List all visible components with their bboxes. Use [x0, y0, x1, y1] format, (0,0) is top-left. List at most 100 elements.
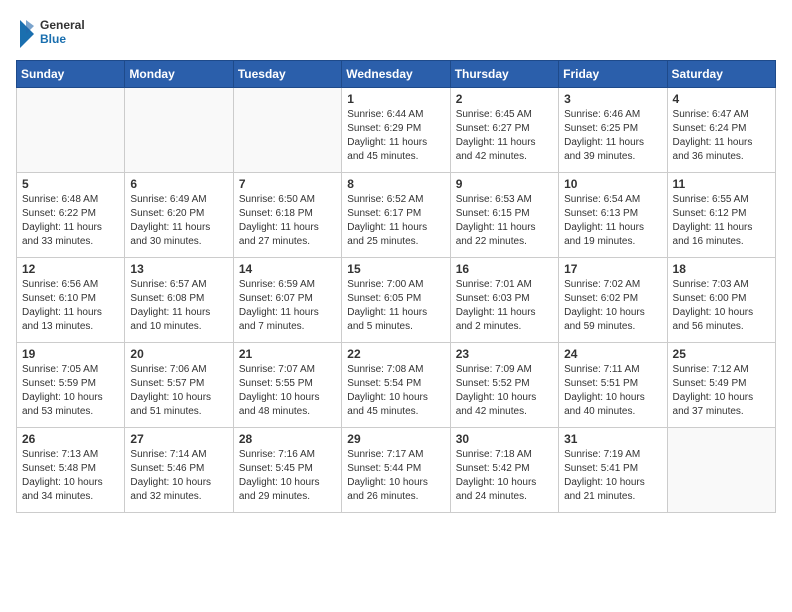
- calendar-table: SundayMondayTuesdayWednesdayThursdayFrid…: [16, 60, 776, 513]
- day-info: Sunrise: 6:55 AM Sunset: 6:12 PM Dayligh…: [673, 193, 770, 249]
- day-number: 24: [564, 347, 661, 361]
- calendar-cell: 16 Sunrise: 7:01 AM Sunset: 6:03 PM Dayli…: [450, 258, 558, 343]
- page-header: General Blue: [16, 16, 776, 52]
- day-info: Sunrise: 6:59 AM Sunset: 6:07 PM Dayligh…: [239, 278, 336, 334]
- day-info: Sunrise: 7:11 AM Sunset: 5:51 PM Dayligh…: [564, 363, 661, 419]
- calendar-cell: 2 Sunrise: 6:45 AM Sunset: 6:27 PM Daylig…: [450, 88, 558, 173]
- day-info: Sunrise: 6:52 AM Sunset: 6:17 PM Dayligh…: [347, 193, 444, 249]
- calendar-cell: 15 Sunrise: 7:00 AM Sunset: 6:05 PM Dayli…: [342, 258, 450, 343]
- day-info: Sunrise: 7:06 AM Sunset: 5:57 PM Dayligh…: [130, 363, 227, 419]
- calendar-cell: 27 Sunrise: 7:14 AM Sunset: 5:46 PM Dayli…: [125, 428, 233, 513]
- day-number: 15: [347, 262, 444, 276]
- day-info: Sunrise: 7:12 AM Sunset: 5:49 PM Dayligh…: [673, 363, 770, 419]
- day-info: Sunrise: 7:00 AM Sunset: 6:05 PM Dayligh…: [347, 278, 444, 334]
- calendar-cell: 28 Sunrise: 7:16 AM Sunset: 5:45 PM Dayli…: [233, 428, 341, 513]
- day-info: Sunrise: 7:01 AM Sunset: 6:03 PM Dayligh…: [456, 278, 553, 334]
- day-info: Sunrise: 7:19 AM Sunset: 5:41 PM Dayligh…: [564, 448, 661, 504]
- weekday-header-wednesday: Wednesday: [342, 61, 450, 88]
- calendar-cell: 7 Sunrise: 6:50 AM Sunset: 6:18 PM Daylig…: [233, 173, 341, 258]
- calendar-cell: 6 Sunrise: 6:49 AM Sunset: 6:20 PM Daylig…: [125, 173, 233, 258]
- calendar-cell: 17 Sunrise: 7:02 AM Sunset: 6:02 PM Dayli…: [559, 258, 667, 343]
- day-number: 7: [239, 177, 336, 191]
- day-number: 25: [673, 347, 770, 361]
- calendar-cell: [233, 88, 341, 173]
- calendar-cell: 12Sunrise: 6:56 AM Sunset: 6:10 PM Dayli…: [17, 258, 125, 343]
- calendar-cell: 20Sunrise: 7:06 AM Sunset: 5:57 PM Dayli…: [125, 343, 233, 428]
- day-number: 22: [347, 347, 444, 361]
- weekday-header-row: SundayMondayTuesdayWednesdayThursdayFrid…: [17, 61, 776, 88]
- day-number: 23: [456, 347, 553, 361]
- day-info: Sunrise: 6:45 AM Sunset: 6:27 PM Dayligh…: [456, 108, 553, 164]
- calendar-cell: 3 Sunrise: 6:46 AM Sunset: 6:25 PM Daylig…: [559, 88, 667, 173]
- day-info: Sunrise: 7:17 AM Sunset: 5:44 PM Dayligh…: [347, 448, 444, 504]
- calendar-cell: [17, 88, 125, 173]
- day-number: 31: [564, 432, 661, 446]
- day-number: 1: [347, 92, 444, 106]
- day-number: 28: [239, 432, 336, 446]
- weekday-header-monday: Monday: [125, 61, 233, 88]
- day-info: Sunrise: 7:08 AM Sunset: 5:54 PM Dayligh…: [347, 363, 444, 419]
- day-number: 18: [673, 262, 770, 276]
- day-number: 4: [673, 92, 770, 106]
- calendar-week-row: 5 Sunrise: 6:48 AM Sunset: 6:22 PM Daylig…: [17, 173, 776, 258]
- calendar-cell: 22 Sunrise: 7:08 AM Sunset: 5:54 PM Dayli…: [342, 343, 450, 428]
- day-number: 13: [130, 262, 227, 276]
- day-info: Sunrise: 6:54 AM Sunset: 6:13 PM Dayligh…: [564, 193, 661, 249]
- calendar-cell: [125, 88, 233, 173]
- day-info: Sunrise: 7:05 AM Sunset: 5:59 PM Dayligh…: [22, 363, 119, 419]
- calendar-cell: 9Sunrise: 6:53 AM Sunset: 6:15 PM Daylig…: [450, 173, 558, 258]
- day-info: Sunrise: 7:14 AM Sunset: 5:46 PM Dayligh…: [130, 448, 227, 504]
- day-info: Sunrise: 7:18 AM Sunset: 5:42 PM Dayligh…: [456, 448, 553, 504]
- day-info: Sunrise: 7:09 AM Sunset: 5:52 PM Dayligh…: [456, 363, 553, 419]
- day-info: Sunrise: 6:48 AM Sunset: 6:22 PM Dayligh…: [22, 193, 119, 249]
- calendar-cell: [667, 428, 775, 513]
- day-number: 30: [456, 432, 553, 446]
- calendar-cell: 21Sunrise: 7:07 AM Sunset: 5:55 PM Dayli…: [233, 343, 341, 428]
- calendar-cell: 13 Sunrise: 6:57 AM Sunset: 6:08 PM Dayli…: [125, 258, 233, 343]
- day-number: 26: [22, 432, 119, 446]
- svg-text:Blue: Blue: [40, 32, 66, 46]
- day-info: Sunrise: 7:16 AM Sunset: 5:45 PM Dayligh…: [239, 448, 336, 504]
- weekday-header-saturday: Saturday: [667, 61, 775, 88]
- day-number: 19: [22, 347, 119, 361]
- calendar-week-row: 19 Sunrise: 7:05 AM Sunset: 5:59 PM Dayli…: [17, 343, 776, 428]
- calendar-cell: 25 Sunrise: 7:12 AM Sunset: 5:49 PM Dayli…: [667, 343, 775, 428]
- calendar-cell: 30 Sunrise: 7:18 AM Sunset: 5:42 PM Dayli…: [450, 428, 558, 513]
- calendar-cell: 10 Sunrise: 6:54 AM Sunset: 6:13 PM Dayli…: [559, 173, 667, 258]
- day-number: 27: [130, 432, 227, 446]
- calendar-week-row: 1Sunrise: 6:44 AM Sunset: 6:29 PM Daylig…: [17, 88, 776, 173]
- day-info: Sunrise: 7:03 AM Sunset: 6:00 PM Dayligh…: [673, 278, 770, 334]
- day-number: 16: [456, 262, 553, 276]
- day-number: 6: [130, 177, 227, 191]
- day-number: 10: [564, 177, 661, 191]
- day-number: 5: [22, 177, 119, 191]
- calendar-cell: 1Sunrise: 6:44 AM Sunset: 6:29 PM Daylig…: [342, 88, 450, 173]
- logo-svg: General Blue: [16, 16, 96, 52]
- day-number: 17: [564, 262, 661, 276]
- calendar-cell: 18 Sunrise: 7:03 AM Sunset: 6:00 PM Dayli…: [667, 258, 775, 343]
- day-info: Sunrise: 6:49 AM Sunset: 6:20 PM Dayligh…: [130, 193, 227, 249]
- day-info: Sunrise: 7:02 AM Sunset: 6:02 PM Dayligh…: [564, 278, 661, 334]
- day-info: Sunrise: 7:07 AM Sunset: 5:55 PM Dayligh…: [239, 363, 336, 419]
- day-number: 29: [347, 432, 444, 446]
- day-number: 3: [564, 92, 661, 106]
- calendar-cell: 8 Sunrise: 6:52 AM Sunset: 6:17 PM Daylig…: [342, 173, 450, 258]
- day-info: Sunrise: 6:57 AM Sunset: 6:08 PM Dayligh…: [130, 278, 227, 334]
- day-info: Sunrise: 6:53 AM Sunset: 6:15 PM Dayligh…: [456, 193, 553, 249]
- weekday-header-sunday: Sunday: [17, 61, 125, 88]
- calendar-cell: 11Sunrise: 6:55 AM Sunset: 6:12 PM Dayli…: [667, 173, 775, 258]
- calendar-cell: 23 Sunrise: 7:09 AM Sunset: 5:52 PM Dayli…: [450, 343, 558, 428]
- day-info: Sunrise: 6:50 AM Sunset: 6:18 PM Dayligh…: [239, 193, 336, 249]
- day-number: 14: [239, 262, 336, 276]
- weekday-header-tuesday: Tuesday: [233, 61, 341, 88]
- calendar-week-row: 26Sunrise: 7:13 AM Sunset: 5:48 PM Dayli…: [17, 428, 776, 513]
- calendar-cell: 29 Sunrise: 7:17 AM Sunset: 5:44 PM Dayli…: [342, 428, 450, 513]
- day-info: Sunrise: 6:46 AM Sunset: 6:25 PM Dayligh…: [564, 108, 661, 164]
- calendar-cell: 26Sunrise: 7:13 AM Sunset: 5:48 PM Dayli…: [17, 428, 125, 513]
- calendar-cell: 31 Sunrise: 7:19 AM Sunset: 5:41 PM Dayli…: [559, 428, 667, 513]
- day-number: 2: [456, 92, 553, 106]
- calendar-cell: 5 Sunrise: 6:48 AM Sunset: 6:22 PM Daylig…: [17, 173, 125, 258]
- weekday-header-friday: Friday: [559, 61, 667, 88]
- calendar-cell: 24 Sunrise: 7:11 AM Sunset: 5:51 PM Dayli…: [559, 343, 667, 428]
- day-number: 8: [347, 177, 444, 191]
